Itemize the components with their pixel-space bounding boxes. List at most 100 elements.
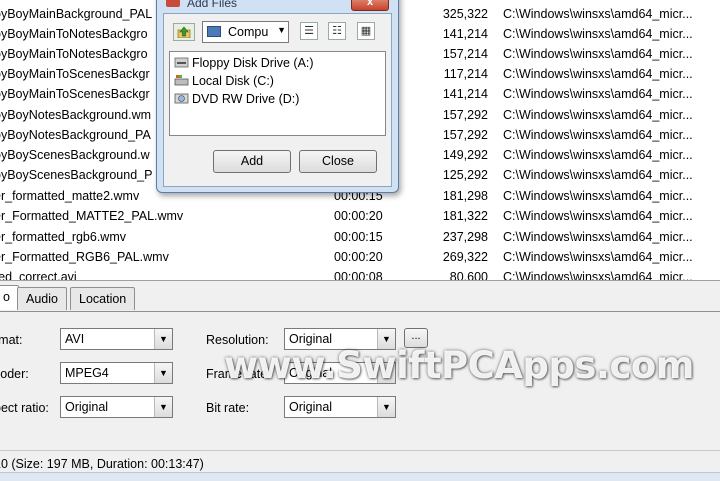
details-view-icon: ☷ xyxy=(332,25,342,37)
bit-rate-label: Bit rate: xyxy=(206,401,250,415)
file-size: 149,292 xyxy=(442,148,488,162)
close-button[interactable]: Close xyxy=(299,150,377,173)
file-path: C:\Windows\winsxs\amd64_micr... xyxy=(503,108,693,122)
file-size: 269,322 xyxy=(442,250,488,264)
app-icon xyxy=(166,0,180,7)
file-size: 80,600 xyxy=(449,270,488,280)
file-path: C:\Windows\winsxs\amd64_micr... xyxy=(503,87,693,101)
file-duration: 00:00:20 xyxy=(334,250,383,264)
encoder-label: coder: xyxy=(0,367,29,381)
file-path: C:\Windows\winsxs\amd64_micr... xyxy=(503,7,693,21)
dialog-close-button[interactable]: x xyxy=(351,0,389,11)
chevron-down-icon: ▼ xyxy=(377,397,395,417)
file-size: 141,214 xyxy=(442,27,488,41)
drive-label: Floppy Disk Drive (A:) xyxy=(192,56,314,70)
bit-rate-select[interactable]: Original ▼ xyxy=(284,396,396,418)
watermark: www.SwiftPCApps.com xyxy=(224,344,694,387)
file-size: 181,322 xyxy=(442,209,488,223)
look-in-select[interactable]: Compu ▼ xyxy=(202,21,289,43)
list-item[interactable]: DVD RW Drive (D:) xyxy=(174,91,374,108)
add-files-dialog: Add Files x Compu ▼ ☰ ☷ ▦ Floppy Disk Dr… xyxy=(156,0,399,193)
format-value: AVI xyxy=(65,332,85,346)
format-label: rmat: xyxy=(0,333,23,347)
file-size: 141,214 xyxy=(442,87,488,101)
drive-list[interactable]: Floppy Disk Drive (A:) Local Disk (C:) D… xyxy=(169,51,386,136)
file-path: C:\Windows\winsxs\amd64_micr... xyxy=(503,27,693,41)
hard-disk-icon xyxy=(174,75,189,86)
dialog-title: Add Files xyxy=(187,0,238,10)
file-name: oyBoyMainToNotesBackgro xyxy=(0,47,148,61)
chevron-down-icon: ▼ xyxy=(277,25,286,35)
aspect-ratio-label: pect ratio: xyxy=(0,401,49,415)
list-item[interactable]: Floppy Disk Drive (A:) xyxy=(174,55,374,72)
list-item[interactable]: Local Disk (C:) xyxy=(174,73,374,90)
tab-divider xyxy=(0,311,720,312)
dialog-body: Compu ▼ ☰ ☷ ▦ Floppy Disk Drive (A:) Loc… xyxy=(163,13,392,187)
aspect-ratio-value: Original xyxy=(65,400,109,414)
file-name: oyBoyMainBackground_PAL xyxy=(0,7,153,21)
view-details-button[interactable]: ☷ xyxy=(328,22,346,40)
file-name: red_correct.avi xyxy=(0,270,77,280)
file-duration: 00:00:15 xyxy=(334,230,383,244)
file-size: 157,214 xyxy=(442,47,488,61)
up-arrow-icon xyxy=(177,26,191,38)
file-name: er_Formatted_MATTE2_PAL.wmv xyxy=(0,209,184,223)
file-size: 237,298 xyxy=(442,230,488,244)
file-size: 157,292 xyxy=(442,108,488,122)
icons-view-icon: ▦ xyxy=(360,25,372,37)
drive-label: DVD RW Drive (D:) xyxy=(192,92,300,106)
computer-icon xyxy=(207,26,221,37)
table-row[interactable]: er_Formatted_MATTE2_PAL.wmv 00:00:20 181… xyxy=(0,206,720,226)
up-folder-button[interactable] xyxy=(173,23,195,41)
file-size: 325,322 xyxy=(442,7,488,21)
file-name: er_Formatted_RGB6_PAL.wmv xyxy=(0,250,169,264)
file-path: C:\Windows\winsxs\amd64_micr... xyxy=(503,168,693,182)
view-icons-button[interactable]: ▦ xyxy=(357,22,375,40)
encoder-value: MPEG4 xyxy=(65,366,109,380)
file-name: oyBoyNotesBackground.wm xyxy=(0,108,152,122)
format-select[interactable]: AVI ▼ xyxy=(60,328,173,350)
file-path: C:\Windows\winsxs\amd64_micr... xyxy=(503,128,693,142)
file-size: 125,292 xyxy=(442,168,488,182)
bit-rate-value: Original xyxy=(289,400,333,414)
file-path: C:\Windows\winsxs\amd64_micr... xyxy=(503,270,693,280)
file-size: 117,214 xyxy=(443,67,488,81)
add-button[interactable]: Add xyxy=(213,150,291,173)
file-path: C:\Windows\winsxs\amd64_micr... xyxy=(503,67,693,81)
file-size: 181,298 xyxy=(442,189,488,203)
file-duration: 00:00:20 xyxy=(334,209,383,223)
chevron-down-icon: ▼ xyxy=(154,397,172,417)
table-row[interactable]: er_Formatted_RGB6_PAL.wmv 00:00:20 269,3… xyxy=(0,247,720,267)
file-duration: 00:00:08 xyxy=(334,270,383,280)
tab-location[interactable]: Location xyxy=(70,287,136,310)
drive-label: Local Disk (C:) xyxy=(192,74,274,88)
file-name: er_formatted_matte2.wmv xyxy=(0,189,140,203)
file-path: C:\Windows\winsxs\amd64_micr... xyxy=(503,47,693,61)
file-name: oyBoyNotesBackground_PA xyxy=(0,128,151,142)
look-in-value: Compu xyxy=(228,25,269,39)
tab-audio[interactable]: Audio xyxy=(17,287,67,310)
encoder-select[interactable]: MPEG4 ▼ xyxy=(60,362,173,384)
file-name: oyBoyScenesBackground_P xyxy=(0,168,153,182)
file-name: oyBoyMainToNotesBackgro xyxy=(0,27,148,41)
file-path: C:\Windows\winsxs\amd64_micr... xyxy=(503,189,693,203)
file-size: 157,292 xyxy=(442,128,488,142)
status-text: 10 (Size: 197 MB, Duration: 00:13:47) xyxy=(0,457,204,471)
file-name: oyBoyMainToScenesBackgr xyxy=(0,67,150,81)
file-name: oyBoyMainToScenesBackgr xyxy=(0,87,150,101)
tab-strip: o Audio Location xyxy=(0,285,720,311)
chevron-down-icon: ▼ xyxy=(154,329,172,349)
table-row[interactable]: er_formatted_rgb6.wmv 00:00:15 237,298 C… xyxy=(0,227,720,247)
view-list-button[interactable]: ☰ xyxy=(300,22,318,40)
file-path: C:\Windows\winsxs\amd64_micr... xyxy=(503,148,693,162)
file-path: C:\Windows\winsxs\amd64_micr... xyxy=(503,230,693,244)
file-name: oyBoyScenesBackground.w xyxy=(0,148,150,162)
file-name: er_formatted_rgb6.wmv xyxy=(0,230,127,244)
floppy-drive-icon xyxy=(174,57,189,68)
list-view-icon: ☰ xyxy=(304,25,314,37)
file-path: C:\Windows\winsxs\amd64_micr... xyxy=(503,209,693,223)
chevron-down-icon: ▼ xyxy=(154,363,172,383)
dvd-drive-icon xyxy=(174,93,189,104)
aspect-ratio-select[interactable]: Original ▼ xyxy=(60,396,173,418)
table-row[interactable]: red_correct.avi 00:00:08 80,600 C:\Windo… xyxy=(0,267,720,280)
